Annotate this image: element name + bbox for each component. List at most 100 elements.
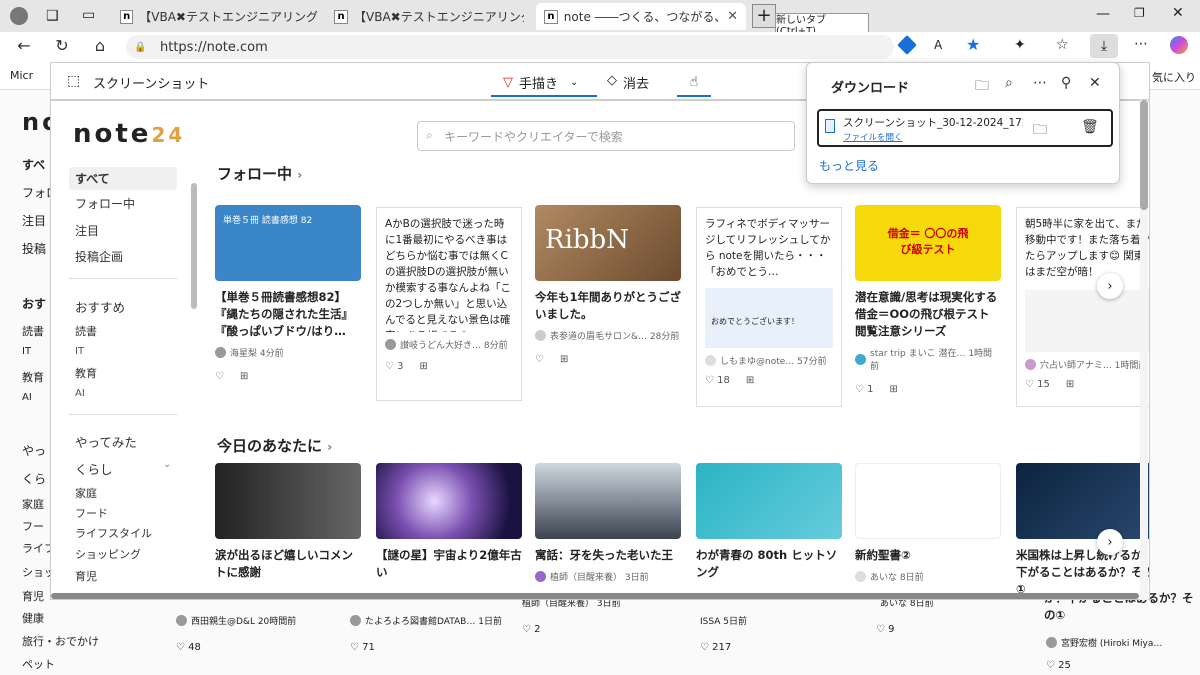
bg-sidebar-item: おす xyxy=(22,297,47,311)
sidebar-item-ai[interactable]: AI xyxy=(75,388,85,399)
delete-icon[interactable]: 🗑 xyxy=(1081,119,1099,135)
sidebar-item-reading[interactable]: 読書 xyxy=(75,323,97,339)
sidebar-item-shopping[interactable]: ショッピング xyxy=(75,546,141,562)
bookmark-icon[interactable]: ⊞ xyxy=(420,361,428,372)
close-tab-icon[interactable]: ✕ xyxy=(727,9,738,24)
close-icon[interactable]: ✕ xyxy=(1089,75,1101,91)
bookmark-icon[interactable]: ⊞ xyxy=(240,371,248,382)
article-card[interactable]: 単巻５冊 読書感想 82 【単巻５冊読書感想82】『縄たちの隠された生活』『酸っ… xyxy=(215,205,361,382)
article-card[interactable]: わが青春の 80th ヒットソング xyxy=(696,463,842,581)
more-options-icon[interactable]: ⋯ xyxy=(1033,75,1047,91)
sidebar-item-featured[interactable]: 注目 xyxy=(75,222,99,239)
sidebar-item-food[interactable]: フード xyxy=(75,505,108,521)
article-card[interactable]: 【謎の星】宇宙より2億年古い xyxy=(376,463,522,581)
heart-icon[interactable]: ♡ 18 xyxy=(705,375,730,386)
minimize-icon[interactable]: — xyxy=(1096,6,1110,22)
section-title-following[interactable]: フォロー中 › xyxy=(217,163,302,184)
vertical-scrollbar[interactable] xyxy=(1140,100,1148,600)
home-icon[interactable]: ⌂ xyxy=(88,36,112,58)
article-thumbnail xyxy=(1016,463,1149,539)
tab-2[interactable]: n 【VBA✖テストエンジニアリング】エビデン xyxy=(326,3,532,30)
article-card[interactable]: ラフィネでボディマッサージしてリフレッシュしてから noteを開いたら・・・「お… xyxy=(696,207,842,407)
show-in-folder-icon[interactable]: 🗀 xyxy=(1033,119,1047,143)
chevron-down-icon[interactable]: ⌄ xyxy=(163,459,171,470)
draw-button[interactable]: ▽ 手描き ⌄ xyxy=(491,69,597,97)
draw-label: 手描き xyxy=(519,76,559,92)
article-card[interactable]: 米国株は上昇し続けるか？下がることはあるか？その① xyxy=(1016,463,1149,598)
url-field[interactable]: 🔒 https://note.com xyxy=(126,35,894,59)
article-card[interactable]: 涙が出るほど嬉しいコメントに感謝 xyxy=(215,463,361,581)
favorite-star-icon[interactable]: ★ xyxy=(966,35,980,54)
sidebar-item-following[interactable]: フォロー中 xyxy=(75,195,135,212)
sidebar-item-home[interactable]: 家庭 xyxy=(75,485,97,501)
maximize-icon[interactable]: ❐ xyxy=(1134,6,1145,20)
note-logo[interactable]: note24 xyxy=(73,119,185,149)
tab-1[interactable]: n 【VBA✖テストエンジニアリング】エビデン xyxy=(112,3,326,30)
heart-icon[interactable]: ♡ xyxy=(535,354,544,365)
tab-actions-icon[interactable]: ▭ xyxy=(82,7,95,23)
microsoft-favorite[interactable]: Micr xyxy=(10,69,33,82)
heart-icon[interactable]: ♡ xyxy=(215,371,224,382)
sidebar-item-projects[interactable]: 投稿企画 xyxy=(75,248,123,265)
article-thumbnail: 借金＝ 〇〇の飛び級テスト xyxy=(855,205,1001,281)
other-favorites[interactable]: 気に入り xyxy=(1152,69,1196,85)
erase-button[interactable]: ◇ 消去 xyxy=(607,73,649,92)
horizontal-scrollbar[interactable] xyxy=(51,593,1139,599)
tab-3-active[interactable]: n note ――つくる、つながる、とどける。 ✕ xyxy=(536,3,746,30)
section-title-today[interactable]: 今日のあなたに › xyxy=(217,435,332,456)
url-text: https://note.com xyxy=(160,39,268,55)
bookmark-icon[interactable]: ⊞ xyxy=(1066,379,1074,390)
article-card[interactable]: 朝5時半に家を出て、まだ移動中です！また落ち着いたらアップします😊 関東はまだ空… xyxy=(1016,207,1149,407)
profile-icon[interactable] xyxy=(10,7,28,25)
search-input[interactable]: ⌕ キーワードやクリエイターで検索 xyxy=(417,121,795,151)
read-aloud-icon[interactable]: A xyxy=(934,38,942,52)
article-card[interactable]: 寓話：牙を失った老いた王 植師（目醒来養） 3日前 xyxy=(535,463,681,583)
bg-sidebar-item: 家庭 xyxy=(22,498,44,511)
sidebar-item-living[interactable]: くらし xyxy=(75,459,113,478)
close-window-icon[interactable]: ✕ xyxy=(1172,5,1184,21)
new-tab-button[interactable]: + xyxy=(752,4,776,28)
touch-draw-button[interactable]: ☝ xyxy=(677,69,711,97)
search-icon[interactable]: ⌕ xyxy=(1005,75,1013,91)
sidebar-item-education[interactable]: 教育 xyxy=(75,365,97,381)
see-more-link[interactable]: もっと見る xyxy=(819,157,879,174)
settings-more-icon[interactable]: ⋯ xyxy=(1134,36,1148,52)
sidebar-item-all[interactable]: すべて xyxy=(69,167,177,190)
sidebar-item-tried[interactable]: やってみた xyxy=(75,432,137,451)
article-meta: あいな 8日前 xyxy=(855,570,1001,583)
article-card[interactable]: RibbN 今年も1年間ありがとうございました。 表参道の眉毛サロン&… 28分… xyxy=(535,205,681,365)
sidebar-item-lifestyle[interactable]: ライフスタイル xyxy=(75,525,152,541)
article-card[interactable]: AかBの選択肢で迷った時に1番最初にやるべき事はどちらか悩む事では無くCの選択肢… xyxy=(376,207,522,401)
back-icon[interactable]: ← xyxy=(12,36,36,58)
pin-icon[interactable]: ⚲ xyxy=(1061,75,1071,91)
refresh-icon[interactable]: ↻ xyxy=(50,36,74,58)
extensions-icon[interactable]: ✦ xyxy=(1014,37,1026,53)
folder-icon[interactable]: 🗀 xyxy=(975,75,989,99)
heart-icon[interactable]: ♡ 3 xyxy=(385,361,404,372)
download-filename: スクリーンショット_30-12-2024_172356_no xyxy=(843,117,1023,129)
sidebar-item-recommended[interactable]: おすすめ xyxy=(75,297,125,316)
bookmark-icon[interactable]: ⊞ xyxy=(890,384,898,395)
bookmark-icon[interactable]: ⊞ xyxy=(746,375,754,386)
heart-icon[interactable]: ♡ 1 xyxy=(855,384,874,395)
sidebar-item-parenting[interactable]: 育児 xyxy=(75,568,97,584)
screenshot-icon: ⬚ xyxy=(67,73,81,89)
article-title: わが青春の 80th ヒットソング xyxy=(696,548,838,579)
downloads-icon[interactable]: ⤓ xyxy=(1090,34,1118,58)
bg-card-meta: 宮野宏樹 (Hiroki Miya… xyxy=(1046,636,1162,649)
article-card[interactable]: 新約聖書② あいな 8日前 xyxy=(855,463,1001,583)
workspaces-icon[interactable]: ❑ xyxy=(46,8,59,24)
heart-icon[interactable]: ♡ 15 xyxy=(1025,379,1050,390)
favorites-icon[interactable]: ☆ xyxy=(1056,37,1069,53)
download-item[interactable]: スクリーンショット_30-12-2024_172356_no ファイルを開く 🗀… xyxy=(817,109,1113,147)
carousel-next-button[interactable]: › xyxy=(1097,273,1123,299)
copilot-icon[interactable] xyxy=(1170,36,1188,54)
sidebar-item-it[interactable]: IT xyxy=(75,346,84,357)
sidebar-scrollbar[interactable] xyxy=(191,183,197,309)
article-title: 【謎の星】宇宙より2億年古い xyxy=(376,548,522,579)
open-file-link[interactable]: ファイルを開く xyxy=(843,131,903,143)
chevron-down-icon[interactable]: ⌄ xyxy=(570,77,578,88)
article-card[interactable]: 借金＝ 〇〇の飛び級テスト 潜在意識/思考は現実化する 借金＝OOの飛び根テスト… xyxy=(855,205,1009,395)
bookmark-icon[interactable]: ⊞ xyxy=(560,354,568,365)
carousel-next-button[interactable]: › xyxy=(1097,529,1123,555)
